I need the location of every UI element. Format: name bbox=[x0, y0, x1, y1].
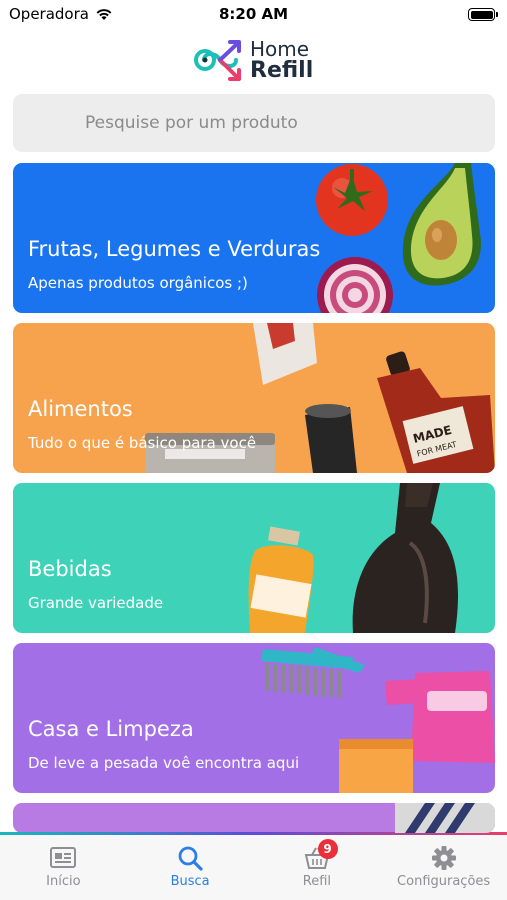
category-subtitle: Grande variedade bbox=[28, 594, 164, 612]
category-subtitle: Tudo o que é básico para você bbox=[28, 434, 257, 452]
sponge-icon bbox=[339, 739, 413, 793]
drinks-illustration bbox=[248, 483, 458, 633]
tomato-icon bbox=[316, 164, 388, 236]
tab-busca[interactable]: Busca bbox=[127, 835, 254, 900]
status-time: 8:20 AM bbox=[218, 5, 289, 23]
onion-icon bbox=[317, 257, 393, 313]
wine-bottle-icon bbox=[352, 483, 458, 633]
produce-illustration bbox=[316, 163, 481, 313]
sauce-bottle-icon: MADE FOR MEAT bbox=[377, 351, 495, 473]
avocado-icon bbox=[402, 163, 481, 286]
category-card-alimentos[interactable]: Alimentos Tudo o que é básico para você … bbox=[13, 323, 495, 473]
category-card-partial[interactable] bbox=[13, 803, 495, 833]
logo-line-refill: Refill bbox=[250, 58, 314, 83]
tab-inicio[interactable]: Início bbox=[0, 835, 127, 900]
tab-label: Busca bbox=[170, 874, 210, 889]
gear-icon bbox=[431, 846, 456, 870]
tab-configuracoes[interactable]: Configurações bbox=[380, 835, 507, 900]
logo-wordmark: Home Refill bbox=[250, 37, 314, 83]
category-subtitle: De leve a pesada voê encontra aqui bbox=[28, 754, 300, 772]
tab-bar: Início Busca 9 Refil Configurações bbox=[0, 835, 507, 900]
search-input[interactable] bbox=[13, 94, 495, 152]
category-title: Bebidas bbox=[28, 557, 112, 581]
logo-mark-icon bbox=[194, 40, 241, 81]
category-card-frutas[interactable]: Frutas, Legumes e Verduras Apenas produt… bbox=[13, 163, 495, 313]
app-logo: Home Refill bbox=[192, 36, 322, 84]
category-title: Frutas, Legumes e Verduras bbox=[28, 237, 321, 261]
partial-illustration bbox=[395, 803, 495, 833]
tab-label: Configurações bbox=[397, 874, 491, 889]
category-title: Alimentos bbox=[28, 397, 133, 421]
scrub-brush-icon bbox=[261, 647, 365, 698]
tab-refil[interactable]: 9 Refil bbox=[254, 835, 381, 900]
category-card-casa-limpeza[interactable]: Casa e Limpeza De leve a pesada voê enco… bbox=[13, 643, 495, 793]
search-icon bbox=[178, 846, 203, 871]
category-title: Casa e Limpeza bbox=[28, 717, 194, 741]
status-bar: Operadora 8:20 AM bbox=[0, 0, 507, 28]
juice-bottle-icon bbox=[248, 526, 314, 633]
tab-label: Início bbox=[46, 874, 81, 889]
cart-count-badge: 9 bbox=[317, 839, 338, 859]
battery-icon bbox=[468, 8, 498, 21]
tab-label: Refil bbox=[302, 874, 331, 889]
home-card-icon bbox=[50, 847, 77, 868]
category-card-bebidas[interactable]: Bebidas Grande variedade bbox=[13, 483, 495, 633]
thermos-icon bbox=[305, 404, 357, 473]
logo-line-home: Home bbox=[250, 37, 310, 61]
coffee-bag-icon bbox=[253, 323, 317, 385]
category-subtitle: Apenas produtos orgânicos ;) bbox=[28, 274, 248, 292]
